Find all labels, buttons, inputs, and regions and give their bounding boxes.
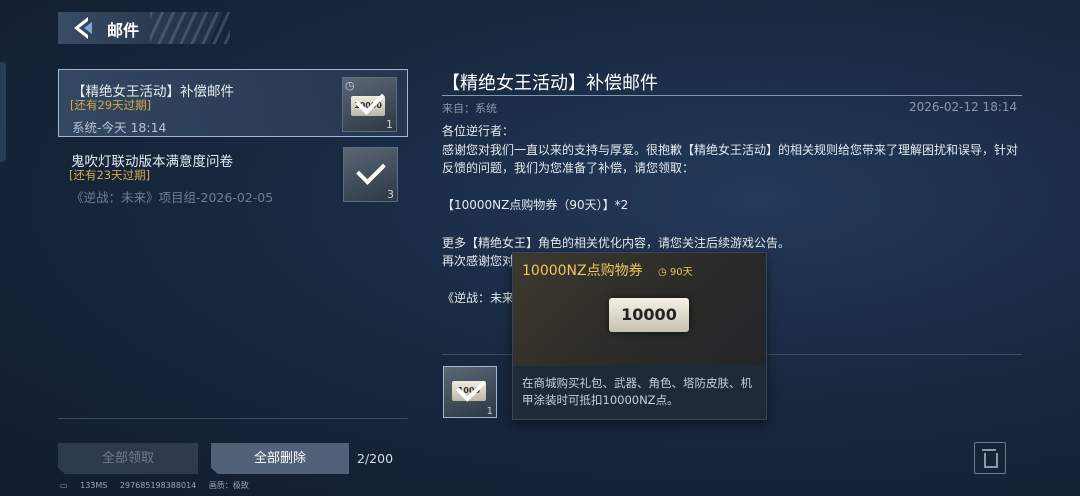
collect-all-button[interactable]: 全部领取 [58,443,198,474]
page-title: 邮件 [107,21,140,40]
mail-expiry: [还有23天过期] [69,168,151,182]
item-description: 在商城购买礼包、武器、角色、塔防皮肤、机甲涂装时可抵扣10000NZ点。 [522,376,752,407]
body-line: 更多【精绝女王】角色的相关优化内容，请您关注后续游戏公告。 [442,235,791,250]
item-tooltip: 10000NZ点购物券 ◷ 90天 10000 在商城购买礼包、武器、角色、塔防… [512,252,767,420]
clock-icon: ◷ [658,267,670,278]
body-blank [442,178,1027,197]
body-blank [442,215,1027,234]
quality-setting: 画质：极致 [208,481,249,490]
coupon-image: 10000 [609,298,689,332]
mail-attachment-thumb: ◷ 10000 1 [342,77,397,132]
title-divider [442,95,1022,96]
delete-mail-button[interactable] [974,442,1006,474]
mail-meta: 系统-今天 18:14 [72,120,167,135]
check-icon [356,155,386,185]
header-decoration [150,12,230,44]
mail-list-item-2[interactable]: 鬼吹灯联动版本满意度问卷 [还有23天过期] 《逆战：未来》项目组-2026-0… [58,140,408,208]
mail-attachment-thumb: 3 [343,147,398,202]
item-duration: ◷ 90天 [658,267,693,278]
mail-list-item-1[interactable]: 【精绝女王活动】补偿邮件 [还有29天过期] 系统-今天 18:14 ◷ 100… [58,69,408,137]
body-line: 反馈的问题，我们为您准备了补偿，请您领取： [442,161,695,176]
battery-icon: ▭ [60,481,68,490]
player-id: 297685198388014 [119,481,197,490]
body-line: 【10000NZ点购物券（90天）】*2 [442,198,629,213]
mail-time: 2026-02-12 18:14 [909,100,1018,114]
clock-icon: ◷ [345,79,355,92]
mail-expiry: [还有29天过期] [70,98,152,112]
attachment-count: 3 [387,188,394,201]
trash-icon [982,449,996,451]
back-arrow-icon [74,17,92,39]
mail-count: 2/200 [357,451,394,466]
side-tab[interactable] [0,62,6,162]
body-line: 感谢您对我们一直以来的支持与厚爱。很抱歉【精绝女王活动】的相关规则给您带来了理解… [442,142,1019,157]
mail-meta: 《逆战：未来》项目组-2026-02-05 [71,190,274,205]
delete-all-button[interactable]: 全部删除 [211,443,349,474]
item-name: 10000NZ点购物券 [522,263,643,279]
list-divider [58,418,408,419]
back-button[interactable] [66,14,100,42]
latency: 133MS [80,481,108,490]
mail-detail-title: 【精绝女王活动】补偿邮件 [442,73,658,94]
status-bar: ▭ 133MS 297685198388014 画质：极致 [60,480,259,491]
attachment-count: 1 [386,118,393,131]
reward-item[interactable]: 1000 1 [443,366,497,418]
reward-count: 1 [486,406,493,417]
body-line: 各位逆行者： [442,124,515,138]
mail-sender: 来自：系统 [442,102,497,115]
